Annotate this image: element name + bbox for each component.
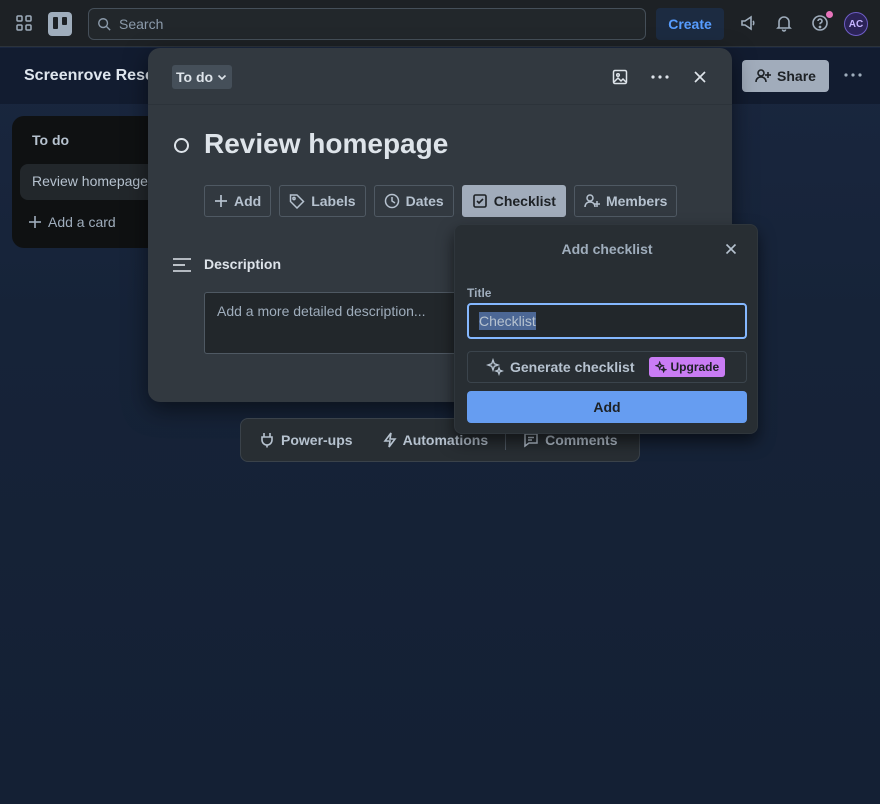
bell-icon[interactable] xyxy=(773,12,795,34)
search-icon xyxy=(98,18,111,31)
comment-icon xyxy=(524,433,538,448)
list-selector-button[interactable]: To do xyxy=(172,65,233,89)
upgrade-label: Upgrade xyxy=(670,360,720,374)
close-icon[interactable] xyxy=(688,65,712,89)
automations-label: Automations xyxy=(402,432,489,448)
upgrade-badge[interactable]: Upgrade xyxy=(648,357,726,377)
board-title[interactable]: Screenrove Rese xyxy=(24,67,154,85)
trello-logo-icon[interactable] xyxy=(48,12,72,36)
complete-toggle-icon[interactable] xyxy=(174,138,189,153)
share-button[interactable]: Share xyxy=(742,60,829,92)
labels-button[interactable]: Labels xyxy=(279,185,366,217)
checklist-title-input[interactable]: Checklist xyxy=(467,303,747,339)
plug-icon xyxy=(261,433,273,448)
lightning-icon xyxy=(382,432,397,448)
sparkle-icon xyxy=(486,358,504,376)
checklist-button-label: Checklist xyxy=(493,193,556,209)
board-more-icon[interactable] xyxy=(842,64,864,86)
tag-icon xyxy=(289,194,305,209)
add-card-button[interactable]: Add a card xyxy=(28,214,116,230)
list-selector-label: To do xyxy=(176,69,214,85)
cover-image-icon[interactable] xyxy=(608,65,632,89)
more-options-icon[interactable] xyxy=(648,65,672,89)
description-icon xyxy=(172,255,192,275)
checklist-button[interactable]: Checklist xyxy=(461,185,566,217)
popover-title: Add checklist xyxy=(561,241,653,257)
search-input[interactable]: Search xyxy=(88,8,646,40)
dates-button[interactable]: Dates xyxy=(373,185,454,217)
list-title[interactable]: To do xyxy=(32,132,69,148)
share-label: Share xyxy=(777,68,816,84)
add-member-icon xyxy=(584,194,600,208)
top-navigation-bar: Search Create AC xyxy=(0,0,880,47)
title-field-label: Title xyxy=(467,286,492,300)
description-heading: Description xyxy=(204,256,282,272)
megaphone-icon[interactable] xyxy=(737,12,759,34)
powerups-button[interactable]: Power-ups xyxy=(259,432,353,448)
add-button-label: Add xyxy=(234,193,262,209)
comments-label: Comments xyxy=(545,432,618,448)
clock-icon xyxy=(384,193,399,209)
search-placeholder: Search xyxy=(119,16,164,32)
generate-checklist-label: Generate checklist xyxy=(510,359,635,375)
add-card-label: Add a card xyxy=(48,214,116,230)
labels-button-label: Labels xyxy=(311,193,356,209)
close-icon[interactable] xyxy=(721,239,741,259)
checkbox-icon xyxy=(472,194,487,208)
create-button[interactable]: Create xyxy=(656,8,724,40)
add-button[interactable]: Add xyxy=(204,185,272,217)
modal-header: To do xyxy=(148,48,732,105)
sparkle-icon xyxy=(654,361,667,373)
chevron-down-icon xyxy=(217,74,227,81)
automations-button[interactable]: Automations xyxy=(382,432,489,448)
checklist-title-value: Checklist xyxy=(479,312,536,330)
comments-button[interactable]: Comments xyxy=(523,432,618,448)
add-checklist-button[interactable]: Add xyxy=(467,391,747,423)
app-switcher-icon[interactable] xyxy=(16,15,32,31)
powerups-label: Power-ups xyxy=(281,432,353,448)
card-title[interactable]: Review homepage xyxy=(204,128,448,160)
members-button[interactable]: Members xyxy=(573,185,678,217)
notification-dot xyxy=(826,11,833,18)
card-actions: Add Labels Dates Checklist Members xyxy=(204,185,678,217)
dates-button-label: Dates xyxy=(405,193,444,209)
add-checklist-popover: Add checklist Title Checklist Generate c… xyxy=(454,224,758,434)
plus-icon xyxy=(29,216,41,228)
generate-checklist-button[interactable]: Generate checklist Upgrade xyxy=(467,351,747,383)
members-button-label: Members xyxy=(605,193,668,209)
avatar[interactable]: AC xyxy=(844,12,868,36)
add-member-icon xyxy=(755,69,772,83)
plus-icon xyxy=(215,195,227,207)
